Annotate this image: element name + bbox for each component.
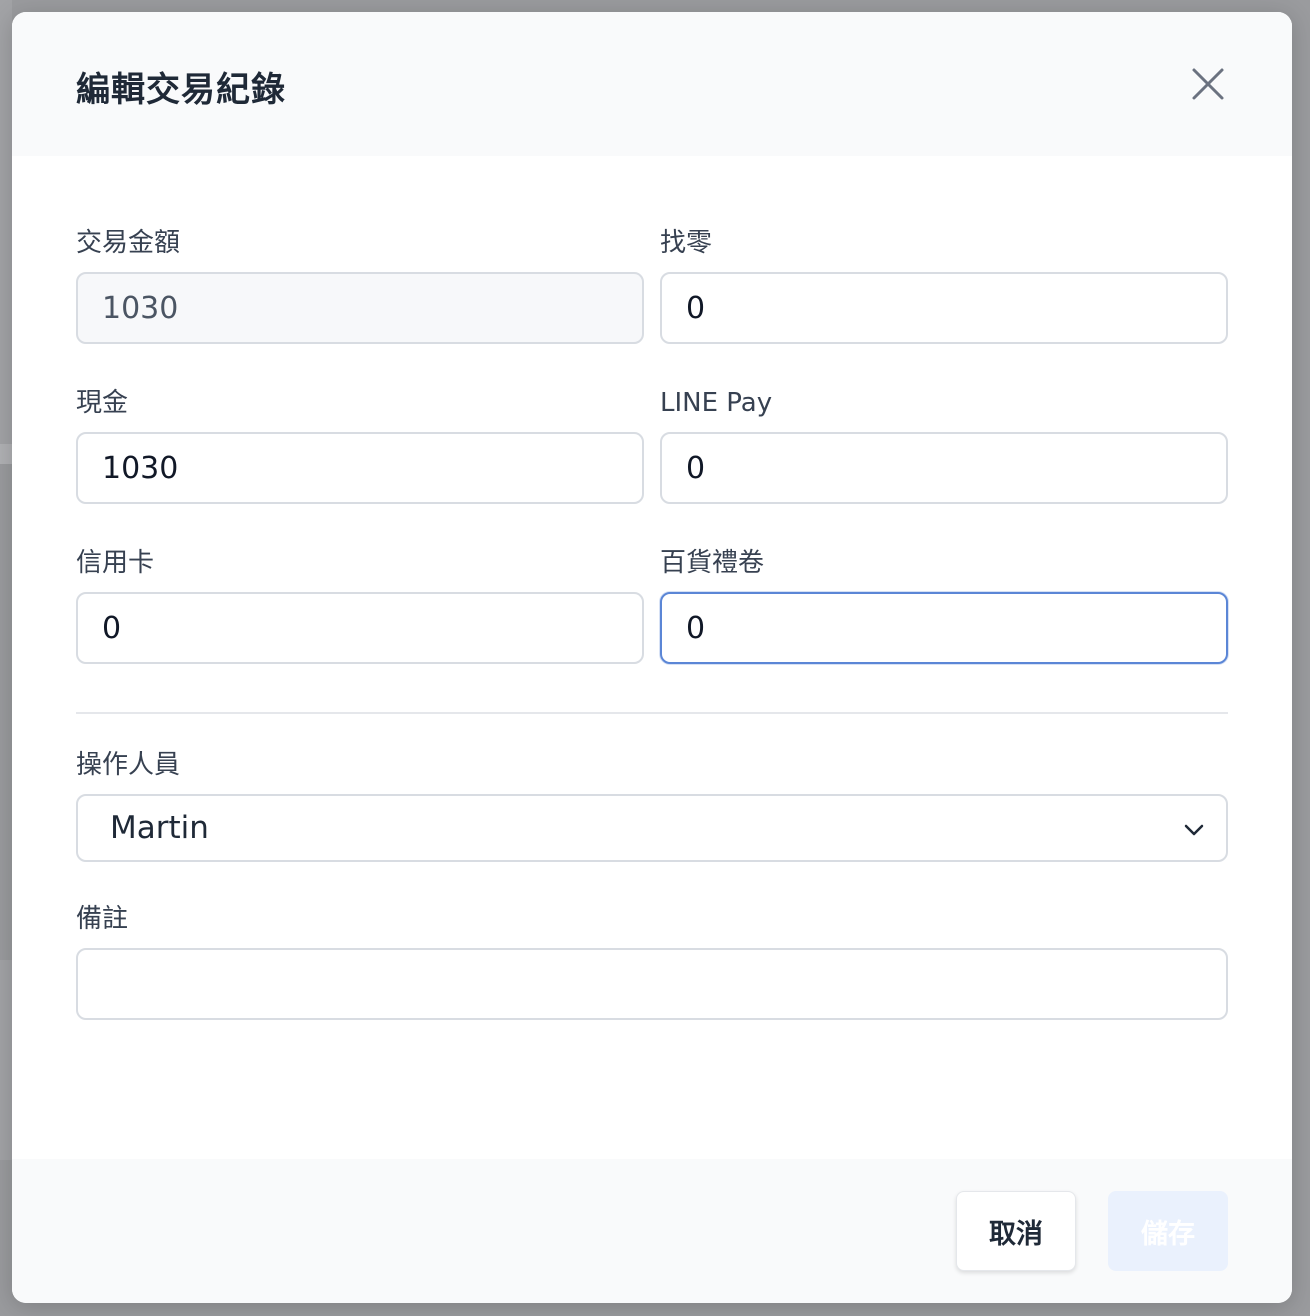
dialog-body: 交易金額 找零 現金 LINE Pay 信用卡 百貨禮卷 <box>12 156 1292 1020</box>
close-icon <box>1192 68 1224 100</box>
credit-card-input[interactable] <box>76 592 644 664</box>
gift-voucher-input[interactable] <box>660 592 1228 664</box>
cancel-button[interactable]: 取消 <box>956 1191 1076 1271</box>
gift-voucher-label: 百貨禮卷 <box>660 548 765 578</box>
line-pay-label: LINE Pay <box>660 388 773 418</box>
line-pay-input[interactable] <box>660 432 1228 504</box>
change-label: 找零 <box>660 228 713 258</box>
gift-voucher-field-group: 百貨禮卷 <box>660 548 1228 708</box>
chevron-down-icon <box>1184 824 1204 836</box>
dialog-title: 編輯交易紀錄 <box>76 70 286 110</box>
payment-fields-grid: 交易金額 找零 現金 LINE Pay 信用卡 百貨禮卷 <box>76 228 1228 708</box>
amount-field-group: 交易金額 <box>76 228 644 388</box>
notes-input[interactable] <box>76 948 1228 1020</box>
operator-label: 操作人員 <box>76 750 181 780</box>
close-button[interactable] <box>1188 64 1228 104</box>
operator-selected-value: Martin <box>110 810 209 846</box>
credit-card-field-group: 信用卡 <box>76 548 644 708</box>
dialog-footer: 取消 儲存 <box>12 1159 1292 1303</box>
edit-transaction-dialog: 編輯交易紀錄 交易金額 找零 現金 LINE Pay <box>12 12 1292 1303</box>
amount-label: 交易金額 <box>76 228 181 258</box>
line-pay-field-group: LINE Pay <box>660 388 1228 548</box>
notes-label: 備註 <box>76 904 129 934</box>
cash-input[interactable] <box>76 432 644 504</box>
operator-field-group: 操作人員 Martin <box>76 750 1228 862</box>
change-field-group: 找零 <box>660 228 1228 388</box>
credit-card-label: 信用卡 <box>76 548 155 578</box>
change-input[interactable] <box>660 272 1228 344</box>
dialog-header: 編輯交易紀錄 <box>12 12 1292 156</box>
cash-label: 現金 <box>76 388 129 418</box>
section-divider <box>76 712 1228 714</box>
amount-input[interactable] <box>76 272 644 344</box>
operator-select[interactable]: Martin <box>76 794 1228 862</box>
save-button[interactable]: 儲存 <box>1108 1191 1228 1271</box>
notes-field-group: 備註 <box>76 904 1228 1020</box>
cash-field-group: 現金 <box>76 388 644 548</box>
